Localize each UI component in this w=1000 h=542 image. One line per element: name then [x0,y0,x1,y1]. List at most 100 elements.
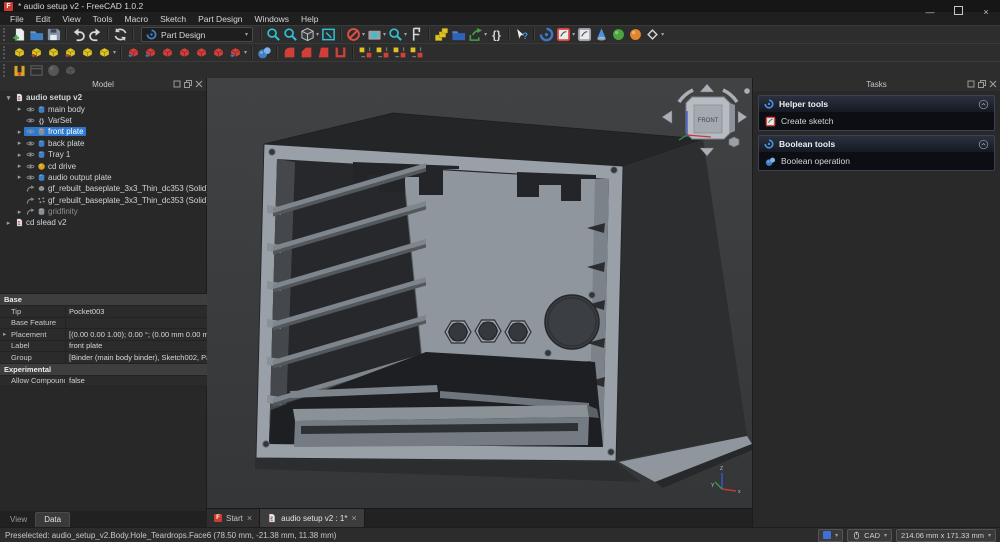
navcube-front-label[interactable]: FRONT [698,118,719,124]
tree-expander-icon[interactable]: ▸ [15,139,24,147]
maximize-button[interactable] [952,6,964,17]
boolean-operation-item[interactable]: Boolean operation [759,152,994,170]
menu-sketch[interactable]: Sketch [154,12,192,25]
toolbar-grip[interactable] [3,46,7,59]
tree-item-main-body[interactable]: ▸main body [0,103,207,114]
part-container-button[interactable] [433,27,450,43]
dock-panel-icon[interactable] [967,80,975,88]
fillet-button[interactable] [281,45,298,61]
gray-solid-tool-button[interactable] [62,62,79,78]
3d-viewport[interactable]: FRONT Z Y x [207,78,752,508]
toolbar-grip[interactable] [3,64,7,77]
nut-hole[interactable] [449,323,467,341]
hole-button[interactable] [142,45,159,61]
hex-nuts[interactable] [445,320,531,343]
collapse-section-button[interactable] [978,139,989,150]
navcube-right-facet[interactable] [730,103,735,133]
property-value[interactable]: front plate [66,341,207,352]
screw-hole[interactable] [589,292,596,299]
create-sketch-button[interactable]: ▾ [555,27,576,43]
workbench-selector[interactable]: Part Design▾ [141,27,253,42]
whats-this-button[interactable]: ? [513,27,530,43]
menu-windows[interactable]: Windows [249,12,295,25]
redo-button[interactable] [87,27,104,43]
create-clone-button[interactable]: ▾ [644,27,665,43]
tab-view[interactable]: View [2,513,35,527]
shape-binder-button[interactable] [627,27,644,43]
toolbar-grip[interactable] [3,28,7,41]
additive-helix-button[interactable] [79,45,96,61]
linear-pattern-button[interactable] [374,45,391,61]
doc-tab-start[interactable]: F Start × [207,509,260,527]
new-document-button[interactable] [11,27,28,43]
tree-item-gridfinity[interactable]: ▸gridfinity [0,206,207,217]
create-group-button[interactable] [450,27,467,43]
speaker-hole[interactable] [545,295,599,349]
float-panel-icon[interactable] [978,80,986,88]
close-panel-icon[interactable] [989,80,997,88]
tree-expander-icon[interactable]: ▸ [15,128,24,136]
pad-button[interactable] [11,45,28,61]
subtractive-pipe-button[interactable] [193,45,210,61]
tree-expander-icon[interactable]: ▸ [15,151,24,159]
tree-item-gf-rebuilt-baseplate-3x3-thin-dc353-solid-0[interactable]: gf_rebuilt_baseplate_3x3_Thin_dc353 (Sol… [0,195,207,206]
export-selection-button[interactable]: ▾ [467,27,488,43]
subtractive-loft-button[interactable] [176,45,193,61]
tree-expander-icon[interactable]: ▸ [15,105,24,113]
doc-tab-start-close-icon[interactable]: × [247,514,252,523]
property-value[interactable]: false [66,376,207,387]
expression-macro-button[interactable]: {} [488,27,505,43]
freecad-swirl-button[interactable] [538,27,555,43]
polar-pattern-button[interactable] [391,45,408,61]
hex-nut[interactable] [505,321,531,343]
multi-transform-button[interactable] [408,45,425,61]
groove-button[interactable] [159,45,176,61]
minimize-button[interactable]: — [924,7,936,17]
navcube-mini-cube-button[interactable] [729,137,739,147]
draft-button[interactable] [315,45,332,61]
tree-item-cd-drive[interactable]: ▸cd drive [0,160,207,171]
cad-model[interactable] [256,113,752,488]
tab-data[interactable]: Data [35,512,70,527]
property-row-group[interactable]: Group[Binder (main body binder), Sketch0… [0,352,207,364]
menu-tools[interactable]: Tools [87,12,119,25]
menu-edit[interactable]: Edit [30,12,57,25]
hex-nut[interactable] [445,321,471,343]
3d-scene[interactable]: FRONT Z Y x [207,78,752,508]
float-panel-icon[interactable] [184,80,192,88]
menu-part-design[interactable]: Part Design [192,12,248,25]
merge-sketches-button[interactable] [610,27,627,43]
subtractive-helix-button[interactable] [210,45,227,61]
pocket-button[interactable] [125,45,142,61]
hex-nut[interactable] [475,320,501,342]
refresh-button[interactable] [112,27,129,43]
measure-tool-button[interactable] [11,62,28,78]
chamfer-button[interactable] [298,45,315,61]
screw-hole[interactable] [608,449,615,456]
navcube-dot-button[interactable] [744,88,750,94]
boolean-tools-header[interactable]: Boolean tools [759,136,994,152]
helper-tools-header[interactable]: Helper tools [759,96,994,112]
close-panel-icon[interactable] [195,80,203,88]
view-dimensions-dropdown[interactable]: 214.06 mm x 171.33 mm▾ [896,529,996,542]
menu-help[interactable]: Help [295,12,324,25]
camera-view-button[interactable]: ▾ [366,27,387,43]
dock-panel-icon[interactable] [173,80,181,88]
property-value[interactable] [66,318,207,329]
gray-shape-tool-button[interactable] [45,62,62,78]
tree-item-front-plate[interactable]: ▸front plate [0,126,207,137]
tree-expander-icon[interactable]: ▸ [15,208,24,216]
boolean-operation-button[interactable] [256,45,273,61]
subtractive-primitive-button[interactable]: ▾ [227,45,248,61]
additive-pipe-button[interactable] [62,45,79,61]
fit-selection-button[interactable] [282,27,299,43]
close-button[interactable]: × [980,7,992,17]
screw-hole[interactable] [269,149,276,156]
tree-expander-icon[interactable]: ▸ [4,219,13,227]
tree-item-tray-1[interactable]: ▸Tray 1 [0,149,207,160]
property-expander-icon[interactable]: ▸ [3,330,10,338]
property-row-placement[interactable]: ▸Placement[(0.00 0.00 1.00); 0.00 °; (0.… [0,329,207,341]
navigation-style-dropdown[interactable]: CAD▾ [847,529,892,542]
screw-hole[interactable] [545,350,552,357]
fit-all-button[interactable] [265,27,282,43]
